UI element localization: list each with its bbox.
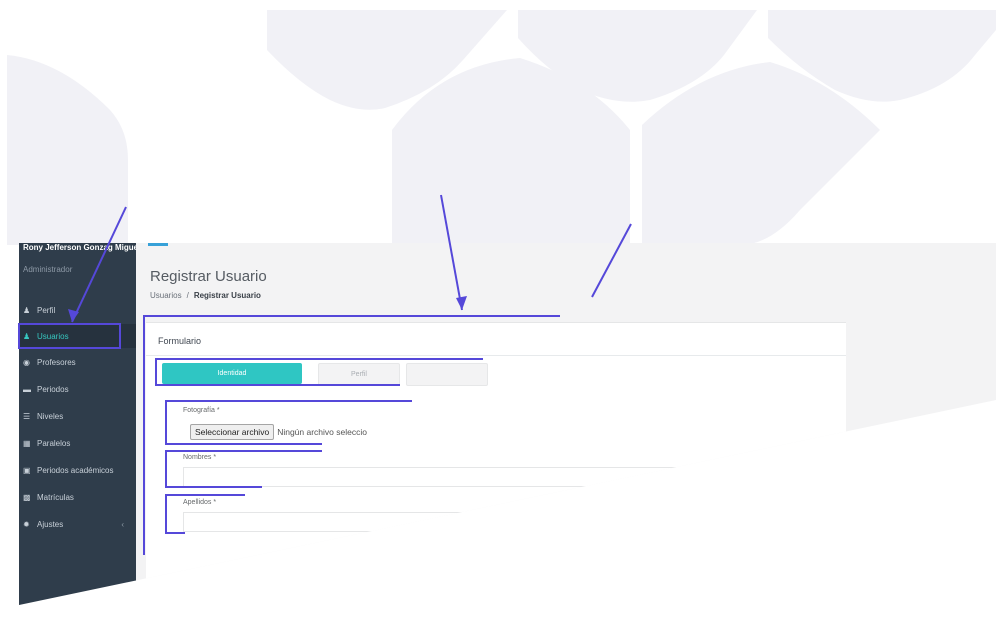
sidebar-item-profesores[interactable]: ◉ Profesores <box>19 350 136 374</box>
breadcrumb-root-link[interactable]: Usuarios <box>150 291 182 300</box>
sidebar-item-perfil[interactable]: ♟ Perfil <box>19 298 136 322</box>
sidebar: Rony Jefferson Gonzag Miguez Administrad… <box>19 243 138 609</box>
user-role: Administrador <box>23 265 73 274</box>
file-input[interactable]: Seleccionar archivo Ningún archivo selec… <box>190 424 367 440</box>
sidebar-item-paralelos[interactable]: ▦ Paralelos <box>19 431 136 455</box>
sidebar-item-label: Matrículas <box>37 492 74 502</box>
calendar-bar-icon: ▬ <box>23 384 31 394</box>
gear-icon: ✹ <box>23 519 30 529</box>
sidebar-item-label: Niveles <box>37 411 64 421</box>
sidebar-item-periodos-academicos[interactable]: ▣ Periodos académicos <box>19 458 136 482</box>
user-circle-icon: ◉ <box>23 357 30 367</box>
tab-identidad[interactable]: Identidad <box>162 363 302 384</box>
photo-label: Fotografía * <box>183 407 220 414</box>
calendar-icon: ▣ <box>23 465 31 475</box>
tab-perfil[interactable]: Perfil <box>318 363 400 386</box>
sidebar-item-label: Profesores <box>37 357 76 367</box>
tab-next[interactable] <box>406 363 488 386</box>
sidebar-item-label: Periodos <box>37 384 69 394</box>
sidebar-item-ajustes[interactable]: ✹ Ajustes ‹ <box>19 512 136 536</box>
user-icon: ♟ <box>23 305 31 315</box>
bg-shape <box>7 55 128 245</box>
sidebar-item-label: Perfil <box>37 305 56 315</box>
form-title: Formulario <box>158 336 202 346</box>
choose-file-button[interactable]: Seleccionar archivo <box>190 424 275 440</box>
sidebar-item-label: Usuarios <box>37 331 69 341</box>
book-icon: ▩ <box>23 492 31 502</box>
breadcrumb-current: Registrar Usuario <box>193 291 261 300</box>
grid-icon: ▦ <box>23 438 31 448</box>
surnames-label: Apellidos * <box>183 499 217 506</box>
topbar-indicator <box>148 243 168 246</box>
sidebar-item-usuarios[interactable]: ♟ Usuarios <box>19 324 136 348</box>
list-icon: ☰ <box>23 411 31 421</box>
user-name: Rony Jefferson Gonzag Miguez <box>23 243 138 252</box>
breadcrumb-separator: / <box>186 291 189 300</box>
sidebar-item-label: Periodos académicos <box>37 465 114 475</box>
chevron-left-icon: ‹ <box>121 519 124 529</box>
page-title: Registrar Usuario <box>150 268 267 285</box>
sidebar-item-periodos[interactable]: ▬ Periodos <box>19 377 136 401</box>
breadcrumb: Usuarios / Registrar Usuario <box>150 291 261 300</box>
sidebar-item-niveles[interactable]: ☰ Niveles <box>19 404 136 428</box>
users-icon: ♟ <box>23 331 31 341</box>
sidebar-item-label: Ajustes <box>37 519 64 529</box>
names-label: Nombres * <box>183 454 217 461</box>
sidebar-item-matriculas[interactable]: ▩ Matrículas <box>19 485 136 509</box>
sidebar-item-label: Paralelos <box>37 438 71 448</box>
file-status-text: Ningún archivo seleccio <box>277 427 367 437</box>
divider <box>146 355 846 356</box>
